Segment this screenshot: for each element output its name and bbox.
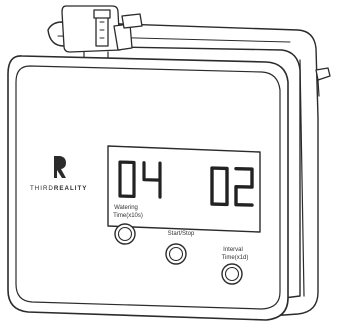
brand-suffix: REALITY xyxy=(54,185,87,192)
watering-time-button[interactable] xyxy=(114,223,136,245)
start-stop-label: Start/Stop xyxy=(168,231,195,237)
water-connector xyxy=(61,5,143,61)
interval-label-line2: Time(x1d) xyxy=(222,255,249,261)
brand-prefix: THIRD xyxy=(30,185,54,192)
interval-time-button[interactable] xyxy=(221,263,243,285)
interval-label-line1: Interval xyxy=(223,247,243,253)
watering-label-line1: Watering xyxy=(114,205,138,211)
side-plug xyxy=(315,67,331,97)
smart-watering-kit-illustration: 04 02 THIRDREALITY Watering Time(x10s) S… xyxy=(7,5,331,321)
watering-label-line2: Time(x10s) xyxy=(113,213,143,219)
start-stop-button[interactable] xyxy=(165,243,187,265)
svg-text:THIRDREALITY: THIRDREALITY xyxy=(30,185,87,192)
